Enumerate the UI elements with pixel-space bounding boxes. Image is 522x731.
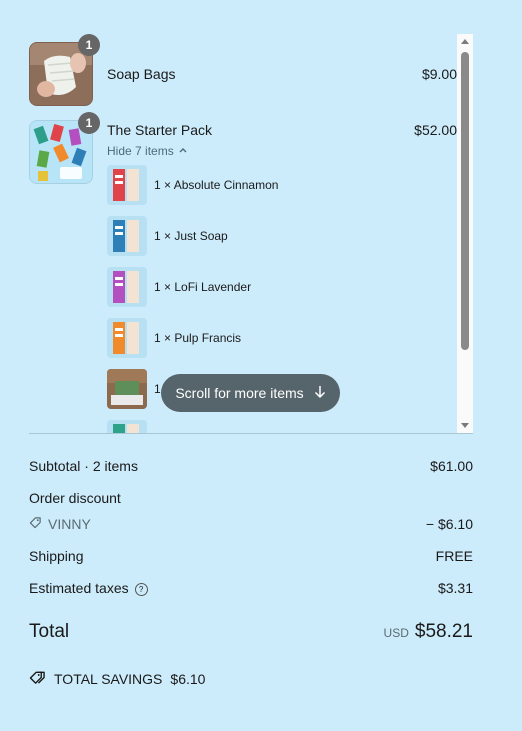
bundle-item-image (107, 369, 147, 409)
bundle-item-image (107, 165, 147, 205)
bundle-item-image (107, 216, 147, 256)
scroll-for-more-button[interactable]: Scroll for more items (161, 374, 340, 412)
taxes-value: $3.31 (437, 580, 473, 596)
line-item-soap-bags: 1 Soap Bags $9.00 (29, 34, 457, 114)
shipping-row: Shipping FREE (29, 548, 473, 566)
chevron-up-icon (178, 144, 188, 158)
discount-code: VINNY (29, 516, 91, 532)
item-name: The Starter Pack (107, 122, 213, 138)
subtotal-row: Subtotal · 2 items $61.00 (29, 458, 473, 476)
question-circle-icon[interactable]: ? (134, 582, 148, 596)
bundle-item-image (107, 267, 147, 307)
quantity-badge: 1 (78, 34, 100, 56)
bundle-item-label: 1 (154, 382, 161, 396)
scrollbar[interactable] (457, 34, 473, 433)
divider (29, 433, 473, 434)
bundle-item-label: 1 × LoFi Lavender (154, 280, 252, 294)
total-savings-label: TOTAL SAVINGS (54, 671, 163, 687)
bundle-item: 1 × Just Soap (107, 216, 457, 256)
currency-code: USD (383, 626, 409, 640)
order-discount-label: Order discount (29, 490, 121, 506)
scroll-hint-label: Scroll for more items (175, 385, 304, 401)
item-name: Soap Bags (107, 66, 176, 82)
total-savings-row: TOTAL SAVINGS $6.10 (29, 670, 473, 688)
taxes-row: Estimated taxes? $3.31 (29, 580, 473, 598)
bundle-item-image (107, 318, 147, 358)
tag-icon (29, 670, 46, 688)
hide-items-label: Hide 7 items (107, 144, 174, 158)
arrow-down-icon (314, 385, 326, 402)
total-amount: USD $58.21 (384, 621, 473, 643)
bundle-item-image (107, 420, 147, 433)
bundle-item: 1 × Absolute Cinnamon (107, 165, 457, 205)
bundle-item (107, 420, 457, 433)
subtotal-label: Subtotal · 2 items (29, 458, 138, 474)
discount-code-row: VINNY − $6.10 (29, 516, 473, 534)
total-savings-value: $6.10 (170, 671, 206, 687)
bundle-item-label: 1 × Pulp Francis (154, 331, 242, 345)
bundle-item-label: 1 × Absolute Cinnamon (154, 178, 279, 192)
bundle-item: 1 × LoFi Lavender (107, 267, 457, 307)
taxes-label-wrap: Estimated taxes? (29, 580, 148, 596)
discount-value: − $6.10 (425, 516, 473, 532)
shipping-label: Shipping (29, 548, 84, 564)
total-savings: TOTAL SAVINGS $6.10 (29, 670, 205, 688)
item-price: $9.00 (421, 66, 457, 82)
shipping-value: FREE (435, 548, 473, 564)
order-discount-row: Order discount (29, 490, 473, 508)
scrollbar-thumb[interactable] (461, 52, 469, 350)
scroll-up-arrow-icon[interactable] (461, 39, 469, 44)
bundle-item: 1 × Pulp Francis (107, 318, 457, 358)
total-row: Total USD $58.21 (29, 621, 473, 647)
discount-code-label: VINNY (48, 516, 91, 532)
quantity-badge: 1 (78, 112, 100, 134)
tag-icon (29, 516, 42, 532)
hide-items-toggle[interactable]: Hide 7 items (107, 144, 188, 158)
total-value: $58.21 (414, 621, 473, 642)
total-label: Total (29, 621, 70, 642)
bundle-item-label: 1 × Just Soap (154, 229, 228, 243)
subtotal-value: $61.00 (430, 458, 473, 474)
item-price: $52.00 (414, 122, 457, 138)
scroll-down-arrow-icon[interactable] (461, 423, 469, 428)
taxes-label: Estimated taxes (29, 580, 129, 596)
